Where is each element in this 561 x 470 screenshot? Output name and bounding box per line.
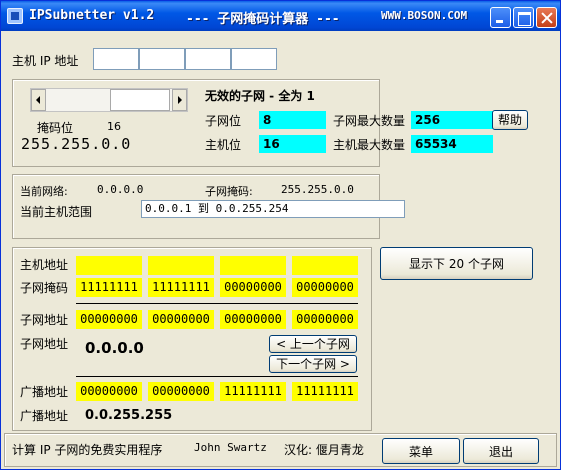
- host-ip-label: 主机 IP 地址: [12, 54, 79, 68]
- close-button[interactable]: [536, 7, 557, 28]
- broadcast-octet-2: 00000000: [148, 382, 214, 401]
- host-ip-octet-3[interactable]: [185, 48, 231, 70]
- subnet-mask-binary-label: 子网掩码: [20, 281, 69, 295]
- broadcast-address-label: 广播地址: [20, 409, 69, 423]
- subnet-address-octet-2: 00000000: [148, 310, 214, 329]
- slider-left-arrow[interactable]: [31, 89, 46, 111]
- broadcast-binary-label: 广播地址: [20, 385, 69, 399]
- subnet-mask-octet-1: 11111111: [76, 278, 142, 297]
- max-subnets-label: 子网最大数量: [333, 114, 406, 128]
- broadcast-octet-4: 11111111: [292, 382, 358, 401]
- max-hosts-value: 65534: [411, 135, 493, 153]
- next-subnet-button[interactable]: 下一个子网 >: [269, 355, 357, 373]
- menu-button[interactable]: 菜单: [382, 438, 460, 464]
- host-address-octet-1: [76, 256, 142, 275]
- slider-right-arrow[interactable]: [172, 89, 187, 111]
- mask-value: 255.255.0.0: [21, 135, 132, 153]
- app-icon[interactable]: [7, 8, 23, 24]
- window-subtitle: --- 子网掩码计算器 ---: [186, 12, 340, 27]
- minimize-button[interactable]: [490, 7, 511, 28]
- subnet-mask-label: 子网掩码:: [205, 185, 253, 198]
- host-address-octet-4: [292, 256, 358, 275]
- subnet-mask-octet-3: 00000000: [220, 278, 286, 297]
- mask-bits-label: 掩码位: [37, 121, 74, 135]
- website-label: WWW.BOSON.COM: [381, 9, 468, 22]
- prev-subnet-button[interactable]: < 上一个子网: [269, 335, 357, 353]
- subnet-address-octet-4: 00000000: [292, 310, 358, 329]
- max-hosts-label: 主机最大数量: [333, 138, 406, 152]
- subnet-status-heading: 无效的子网 - 全为 1: [205, 89, 315, 103]
- host-address-label: 主机地址: [20, 258, 69, 272]
- or-divider: [76, 376, 358, 377]
- app-window: IPSubnetter v1.2 --- 子网掩码计算器 --- WWW.BOS…: [0, 0, 561, 470]
- show-next-subnets-button[interactable]: 显示下 20 个子网: [380, 247, 533, 280]
- subnet-bits-label: 子网位: [205, 114, 242, 128]
- host-address-octet-2: [148, 256, 214, 275]
- host-bits-label: 主机位: [205, 138, 242, 152]
- host-ip-octet-4[interactable]: [231, 48, 277, 70]
- current-network-value: 0.0.0.0: [97, 183, 144, 196]
- subnet-mask-octet-4: 00000000: [292, 278, 358, 297]
- and-divider: [76, 303, 358, 304]
- host-address-octet-3: [220, 256, 286, 275]
- host-ip-octet-2[interactable]: [139, 48, 185, 70]
- title-bar[interactable]: IPSubnetter v1.2 --- 子网掩码计算器 --- WWW.BOS…: [1, 1, 560, 31]
- subnet-address-octet-3: 00000000: [220, 310, 286, 329]
- max-subnets-value: 256: [411, 111, 493, 129]
- mask-bits-value: 16: [107, 120, 121, 133]
- host-range-label: 当前主机范围: [20, 205, 93, 219]
- host-ip-octet-1[interactable]: [93, 48, 139, 70]
- slider-thumb[interactable]: [110, 89, 170, 111]
- subnet-mask-value: 255.255.0.0: [281, 183, 354, 196]
- subnet-mask-octet-2: 11111111: [148, 278, 214, 297]
- host-range-field[interactable]: 0.0.0.1 到 0.0.255.254: [141, 200, 405, 218]
- translator-credit: 汉化: 偃月青龙: [284, 443, 364, 457]
- host-bits-value: 16: [259, 135, 326, 153]
- broadcast-octet-1: 00000000: [76, 382, 142, 401]
- subnet-address-label: 子网地址: [20, 337, 69, 351]
- window-title: IPSubnetter v1.2: [29, 8, 155, 23]
- subnet-address-value: 0.0.0.0: [85, 339, 144, 357]
- current-network-label: 当前网络:: [20, 185, 68, 198]
- subnet-address-octet-1: 00000000: [76, 310, 142, 329]
- app-description: 计算 IP 子网的免费实用程序: [12, 443, 163, 457]
- exit-button[interactable]: 退出: [463, 438, 539, 464]
- subnet-bits-value: 8: [259, 111, 326, 129]
- broadcast-address-value: 0.0.255.255: [85, 408, 173, 423]
- broadcast-octet-3: 11111111: [220, 382, 286, 401]
- mask-bits-slider[interactable]: [30, 88, 188, 112]
- author-credit: John Swartz: [194, 441, 267, 454]
- subnet-address-binary-label: 子网地址: [20, 313, 69, 327]
- help-button[interactable]: 帮助: [492, 110, 528, 130]
- maximize-button[interactable]: [513, 7, 534, 28]
